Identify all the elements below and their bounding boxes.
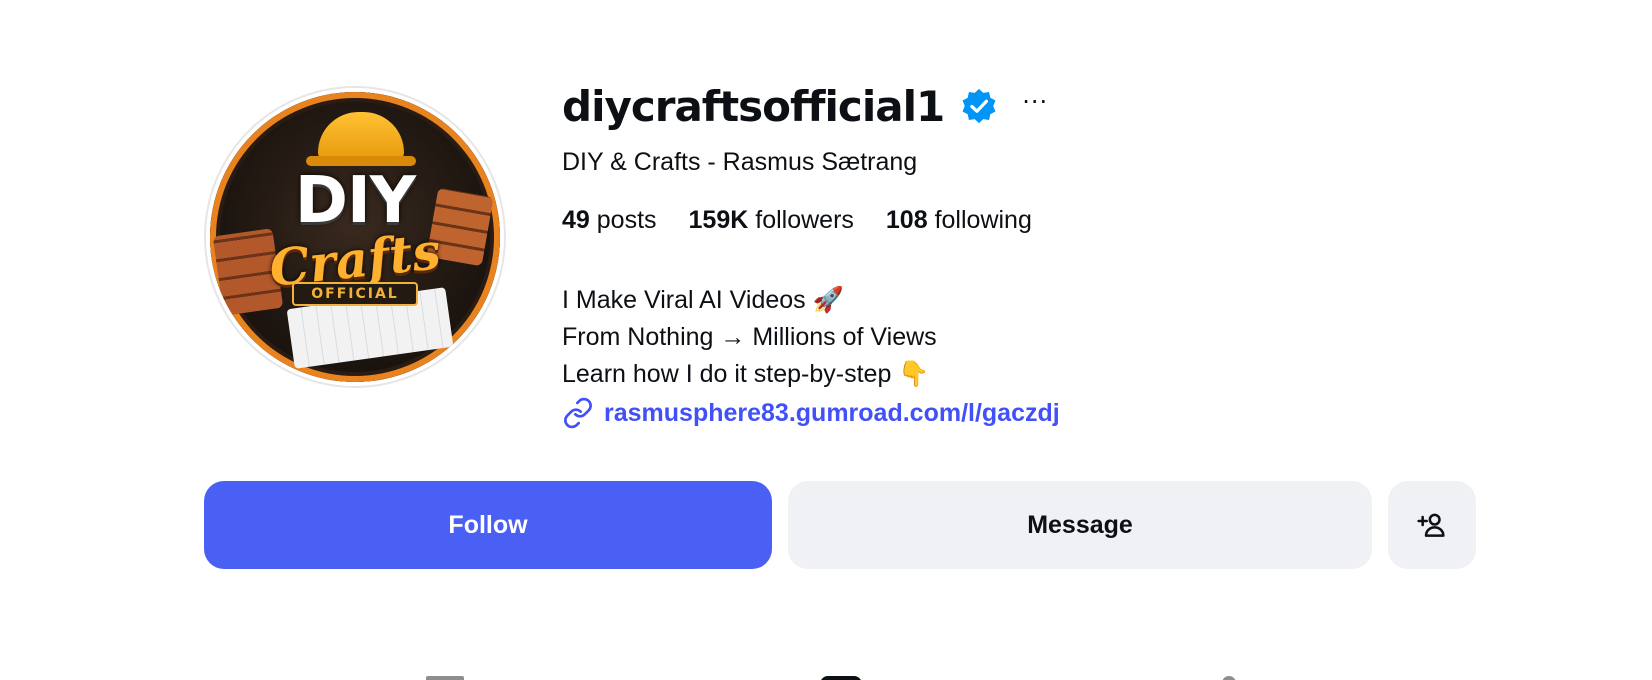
suggest-user-button[interactable] xyxy=(1388,481,1476,569)
stat-value: 159K xyxy=(688,206,749,234)
bio-line: From Nothing → Millions of Views xyxy=(562,323,937,351)
stat-label: followers xyxy=(755,206,854,234)
reels-tab-icon[interactable] xyxy=(820,676,862,680)
stat-label: following xyxy=(934,206,1032,234)
stat-posts[interactable]: 49 posts xyxy=(562,206,657,235)
profile-avatar[interactable]: DIY Crafts OFFICIAL xyxy=(204,86,506,388)
stat-value: 49 xyxy=(562,206,590,234)
profile-page: DIY Crafts OFFICIAL diycraftsofficial1 ·… xyxy=(0,0,1652,680)
bio-link[interactable]: rasmusphere83.gumroad.com/l/gaczdj xyxy=(562,397,1060,429)
tagged-tab-icon[interactable] xyxy=(1222,676,1236,680)
verified-badge-icon xyxy=(962,88,996,124)
username: diycraftsofficial1 xyxy=(562,81,945,131)
hard-hat-graphic xyxy=(306,112,416,166)
full-name: DIY & Crafts - Rasmus Sætrang xyxy=(562,148,918,176)
add-user-icon xyxy=(1417,513,1445,537)
stat-value: 108 xyxy=(885,206,928,234)
avatar-logo-badge: OFFICIAL xyxy=(292,282,418,306)
posts-tab-icon[interactable] xyxy=(426,676,464,680)
avatar-logo: DIY Crafts OFFICIAL xyxy=(210,92,500,382)
link-icon xyxy=(564,397,592,429)
bio-line: I Make Viral AI Videos 🚀 xyxy=(562,286,844,314)
bio-line: Learn how I do it step-by-step 👇 xyxy=(562,360,930,388)
bio-link-text: rasmusphere83.gumroad.com/l/gaczdj xyxy=(604,398,1060,427)
message-button[interactable]: Message xyxy=(788,481,1372,569)
stat-followers[interactable]: 159K followers xyxy=(689,206,854,235)
follow-button[interactable]: Follow xyxy=(204,481,772,569)
username-row: diycraftsofficial1 ··· xyxy=(562,78,1048,134)
more-options-icon[interactable]: ··· xyxy=(1022,90,1048,120)
profile-bio: I Make Viral AI Videos 🚀 From Nothing → … xyxy=(562,282,937,393)
stat-label: posts xyxy=(596,206,657,234)
profile-stats: 49 posts 159K followers 108 following xyxy=(562,206,1064,235)
stat-following[interactable]: 108 following xyxy=(886,206,1032,235)
